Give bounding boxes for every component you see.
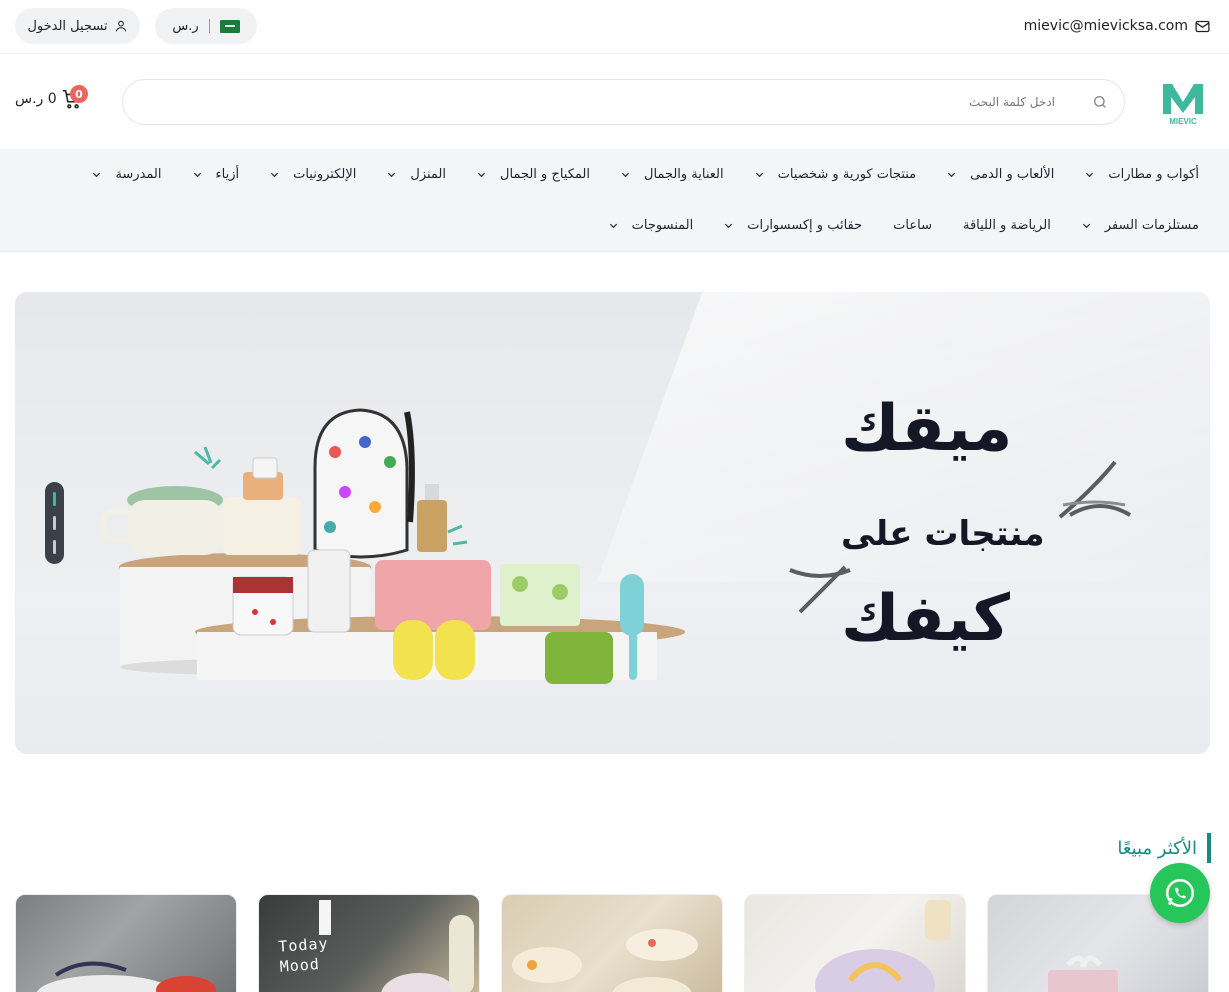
nav-row-2: مستلزمات السفر الرياضة و اللياقة ساعات حقائ… (609, 213, 1199, 237)
whatsapp-button[interactable] (1150, 863, 1210, 923)
nav-item-label: المكياج و الجمال (500, 166, 590, 182)
product-card[interactable] (501, 894, 723, 992)
cups-photo-1 (36, 961, 216, 992)
currency-selector[interactable]: ر.س (155, 8, 257, 44)
mievic-logo[interactable]: MIEVIC (1160, 80, 1206, 126)
nav-item-label: حقائب و إكسسوارات (747, 217, 863, 233)
nav-item-label: مستلزمات السفر (1104, 217, 1199, 233)
chevron-down-icon (725, 223, 733, 228)
nav-item-label: الرياضة و اللياقة (962, 217, 1051, 233)
search-bar[interactable] (122, 79, 1125, 125)
nav-item-row1-1[interactable]: الألعاب و الدمى (947, 167, 1054, 182)
chevron-down-icon (621, 172, 630, 177)
login-button[interactable]: تسجيل الدخول (15, 8, 140, 44)
nav-item-label: الألعاب و الدمى (970, 166, 1055, 182)
search-input[interactable] (143, 80, 1093, 124)
nav-item-row1-6[interactable]: الإلكترونيات (270, 167, 356, 182)
divider (208, 19, 210, 33)
login-label: تسجيل الدخول (27, 18, 108, 34)
slide-dot[interactable] (53, 516, 56, 530)
logo-text: MIEVIC (1169, 117, 1197, 126)
email-text[interactable]: mievic@mievicksa.com (1024, 18, 1188, 34)
best-sellers-title: الأكثر مبيعًا (1117, 833, 1211, 863)
nav-item-label: الإلكترونيات (293, 166, 357, 182)
today-mood-board-photo (319, 900, 474, 992)
nav-item-row1-0[interactable]: أكواب و مطارات (1085, 167, 1199, 182)
chevron-down-icon (1086, 172, 1094, 177)
nav-item-label: المدرسة (115, 166, 162, 182)
nav-item-label: أزياء (215, 166, 240, 182)
nav-row-1: أكواب و مطارات الألعاب و الدمى منتجات كوري… (92, 162, 1199, 186)
nav-item-row1-5[interactable]: المنزل (387, 167, 446, 182)
nav-item-row2-4[interactable]: المنسوجات (609, 217, 694, 233)
nav-item-label: المنسوجات (631, 217, 694, 233)
nav-item-row1-8[interactable]: المدرسة (92, 166, 162, 182)
nav-item-row1-3[interactable]: العناية والجمال (621, 167, 724, 182)
chevron-down-icon (388, 172, 396, 177)
chevron-down-icon (609, 223, 617, 228)
chevron-down-icon (93, 172, 101, 177)
slide-dot[interactable] (53, 540, 56, 554)
nav-item-row2-2[interactable]: ساعات (893, 218, 932, 233)
nav-item-row1-4[interactable]: المكياج و الجمال (477, 167, 590, 182)
product-card[interactable] (744, 894, 966, 992)
chevron-down-icon (270, 172, 279, 177)
plate-photo (815, 900, 951, 992)
product-display-illustration (100, 408, 685, 684)
nav-item-row1-2[interactable]: منتجات كورية و شخصيات (755, 166, 917, 182)
nav-item-label: أكواب و مطارات (1108, 166, 1199, 182)
nav-item-label: ساعات (893, 217, 932, 233)
product-card[interactable] (15, 894, 237, 992)
nav-item-row2-3[interactable]: حقائب و إكسسوارات (724, 218, 862, 233)
slide-dot-active[interactable] (53, 492, 56, 506)
chevron-down-icon (948, 172, 956, 177)
chevron-down-icon (1082, 223, 1090, 228)
hero-slogan-line2: منتجات على (841, 514, 1045, 554)
nav-item-label: المنزل (410, 166, 447, 182)
contact-email[interactable]: mievic@mievicksa.com (1024, 14, 1211, 38)
hero-banner[interactable]: ميقك منتجات على كيفك (15, 292, 1210, 754)
whatsapp-icon (1165, 878, 1195, 908)
nav-item-row2-0[interactable]: مستلزمات السفر (1082, 218, 1199, 233)
mail-icon (1195, 20, 1210, 32)
hero-slogan-line3: كيفك (841, 582, 1010, 656)
chevron-down-icon (755, 172, 763, 177)
nav-item-label: منتجات كورية و شخصيات (777, 166, 917, 182)
hero-slogan-line1: ميقك (841, 392, 1013, 466)
nav-item-label: العناية والجمال (644, 166, 724, 182)
cups-photo-2 (512, 929, 698, 992)
product-card[interactable]: Today Mood (258, 894, 480, 992)
cart-count-badge: 0 (70, 85, 88, 103)
chevron-down-icon (193, 172, 201, 177)
slider-pagination[interactable] (45, 482, 64, 564)
leaf-decor-icon (1058, 460, 1132, 519)
chevron-down-icon (477, 172, 486, 177)
saudi-flag-icon (219, 19, 240, 33)
nav-item-row1-7[interactable]: أزياء (193, 166, 240, 182)
cart-total: 0 ر.س (15, 91, 57, 107)
user-icon (115, 20, 126, 32)
category-nav: أكواب و مطارات الألعاب و الدمى منتجات كوري… (0, 149, 1229, 252)
top-bar: mievic@mievicksa.com ر.س تسجيل الدخول (0, 0, 1229, 54)
nav-item-row2-1[interactable]: الرياضة و اللياقة (963, 218, 1051, 233)
currency-label: ر.س (172, 18, 199, 34)
search-icon[interactable] (1092, 94, 1108, 110)
